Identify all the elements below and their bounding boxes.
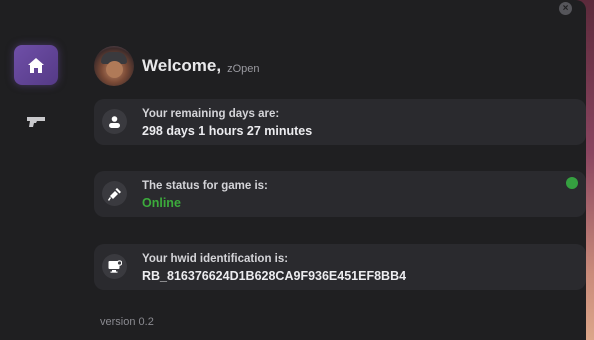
nav-gun-button[interactable] [14,102,58,142]
sidebar [14,45,58,159]
status-indicator-dot [566,177,578,189]
avatar [94,46,134,86]
hwid-label: Your hwid identification is: [142,253,289,265]
welcome-header: Welcome, zOpen [94,46,259,86]
monitor-gear-icon [102,254,127,279]
game-status-value: Online [142,196,181,210]
game-status-label: The status for game is: [142,180,268,192]
remaining-days-card: Your remaining days are: 298 days 1 hour… [94,99,586,145]
gun-icon [27,117,45,127]
hwid-value: RB_816376624D1B628CA9F936E451EF8BB4 [142,269,407,283]
home-icon [28,57,44,73]
hwid-card: Your hwid identification is: RB_81637662… [94,244,586,290]
game-status-card: The status for game is: Online [94,171,586,217]
close-button[interactable]: × [559,2,572,15]
user-icon [102,109,127,134]
remaining-days-value: 298 days 1 hours 27 minutes [142,124,313,138]
launcher-window: × Welcome, zOpen Your remaining days are… [0,0,586,340]
remaining-days-label: Your remaining days are: [142,108,280,120]
username: zOpen [227,62,260,75]
welcome-text: Welcome, [142,56,222,75]
version-text: version 0.2 [100,316,154,328]
syringe-icon [102,181,127,206]
nav-home-button[interactable] [14,45,58,85]
